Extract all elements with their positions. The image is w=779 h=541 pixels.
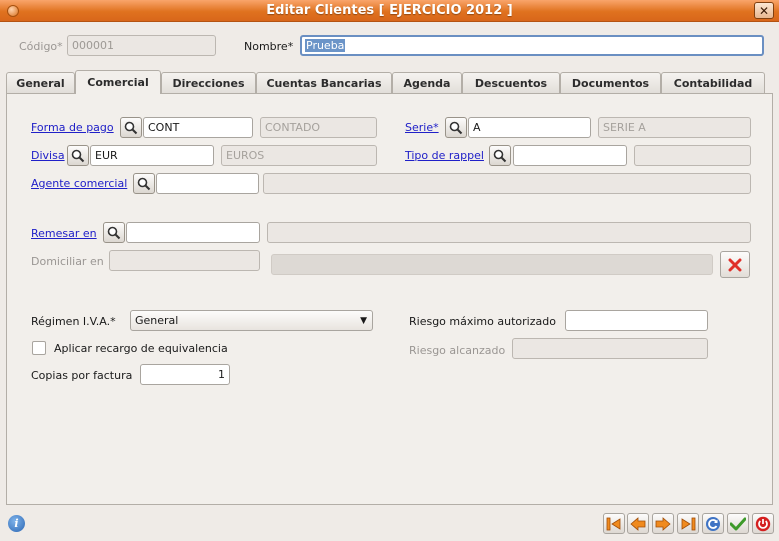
refresh-icon	[706, 516, 720, 531]
nombre-field[interactable]: Prueba	[300, 35, 764, 56]
serie-desc: SERIE A	[598, 117, 751, 138]
forma-pago-desc: CONTADO	[260, 117, 377, 138]
riesgo-maximo-label: Riesgo máximo autorizado	[409, 315, 556, 328]
power-icon	[755, 516, 771, 531]
first-record-button[interactable]	[603, 513, 625, 534]
tipo-rappel-link[interactable]: Tipo de rappel	[405, 149, 484, 162]
tab-direcciones-label: Direcciones	[172, 76, 245, 90]
last-icon	[681, 517, 696, 530]
search-icon	[493, 149, 507, 162]
domiciliar-desc	[271, 254, 713, 275]
serie-link[interactable]: Serie*	[405, 121, 439, 134]
search-icon	[449, 121, 463, 134]
recargo-label: Aplicar recargo de equivalencia	[54, 342, 228, 355]
agente-desc	[263, 173, 751, 194]
info-icon[interactable]: i	[8, 515, 25, 532]
last-record-button[interactable]	[677, 513, 699, 534]
copias-factura-input[interactable]: 1	[140, 364, 230, 385]
serie-code-input[interactable]: A	[468, 117, 591, 138]
window-menu-icon[interactable]	[7, 5, 19, 17]
tipo-rappel-search-button[interactable]	[489, 145, 511, 166]
search-icon	[107, 226, 121, 239]
tipo-rappel-desc	[634, 145, 751, 166]
codigo-field: 000001	[67, 35, 216, 56]
remesar-en-link[interactable]: Remesar en	[31, 227, 97, 240]
tab-descuentos[interactable]: Descuentos	[462, 72, 560, 93]
delete-icon	[728, 258, 742, 271]
tab-general-label: General	[16, 76, 65, 90]
info-glyph: i	[14, 517, 19, 530]
tab-documentos-label: Documentos	[571, 76, 650, 90]
tab-general[interactable]: General	[6, 72, 75, 93]
chevron-down-icon: ▼	[360, 316, 367, 326]
serie-search-button[interactable]	[445, 117, 467, 138]
refresh-button[interactable]	[702, 513, 724, 534]
close-window-button[interactable]: ✕	[754, 2, 774, 19]
accept-button[interactable]	[727, 513, 749, 534]
tab-cuentas-bancarias-label: Cuentas Bancarias	[266, 76, 382, 90]
first-icon	[606, 517, 621, 530]
tab-contabilidad-label: Contabilidad	[673, 76, 753, 90]
tab-agenda[interactable]: Agenda	[392, 72, 462, 93]
agente-code-input[interactable]	[156, 173, 259, 194]
tab-comercial[interactable]: Comercial	[75, 70, 161, 94]
search-icon	[137, 177, 151, 190]
riesgo-maximo-input[interactable]	[565, 310, 708, 331]
tab-agenda-label: Agenda	[403, 76, 451, 90]
nombre-value: Prueba	[305, 39, 346, 52]
tab-direcciones[interactable]: Direcciones	[161, 72, 256, 93]
window-title: Editar Clientes [ EJERCICIO 2012 ]	[266, 3, 513, 18]
remesar-code-input[interactable]	[126, 222, 260, 243]
tipo-rappel-code-input[interactable]	[513, 145, 627, 166]
divisa-desc: EUROS	[221, 145, 377, 166]
domiciliar-input	[109, 250, 260, 271]
agente-comercial-link[interactable]: Agente comercial	[31, 177, 127, 190]
arrow-left-icon	[630, 516, 646, 531]
tab-comercial-label: Comercial	[87, 76, 149, 89]
close-icon: ✕	[758, 3, 770, 18]
domiciliar-en-label: Domiciliar en	[31, 255, 104, 268]
search-icon	[71, 149, 85, 162]
previous-record-button[interactable]	[627, 513, 649, 534]
divisa-code-input[interactable]: EUR	[90, 145, 214, 166]
divisa-search-button[interactable]	[67, 145, 89, 166]
recargo-checkbox[interactable]	[32, 341, 46, 355]
nombre-label: Nombre*	[244, 40, 294, 53]
clear-domiciliar-button[interactable]	[720, 251, 750, 278]
copias-factura-label: Copias por factura	[31, 369, 133, 382]
forma-pago-code-input[interactable]: CONT	[143, 117, 253, 138]
forma-pago-link[interactable]: Forma de pago	[31, 121, 114, 134]
regimen-iva-value: General	[135, 314, 179, 327]
tab-documentos[interactable]: Documentos	[560, 72, 661, 93]
riesgo-alcanzado-label: Riesgo alcanzado	[409, 344, 506, 357]
riesgo-alcanzado-field	[512, 338, 708, 359]
codigo-label: Código*	[19, 40, 63, 53]
agente-search-button[interactable]	[133, 173, 155, 194]
forma-pago-search-button[interactable]	[120, 117, 142, 138]
remesar-desc	[267, 222, 751, 243]
exit-button[interactable]	[752, 513, 774, 534]
tab-cuentas-bancarias[interactable]: Cuentas Bancarias	[256, 72, 392, 93]
tab-contabilidad[interactable]: Contabilidad	[661, 72, 765, 93]
arrow-right-icon	[655, 516, 671, 531]
remesar-search-button[interactable]	[103, 222, 125, 243]
regimen-iva-label: Régimen I.V.A.*	[31, 315, 116, 328]
checkmark-icon	[730, 517, 746, 530]
regimen-iva-select[interactable]: General ▼	[130, 310, 373, 331]
window-titlebar: Editar Clientes [ EJERCICIO 2012 ] ✕	[0, 0, 779, 22]
search-icon	[124, 121, 138, 134]
divisa-link[interactable]: Divisa	[31, 149, 65, 162]
next-record-button[interactable]	[652, 513, 674, 534]
tab-descuentos-label: Descuentos	[474, 76, 548, 90]
